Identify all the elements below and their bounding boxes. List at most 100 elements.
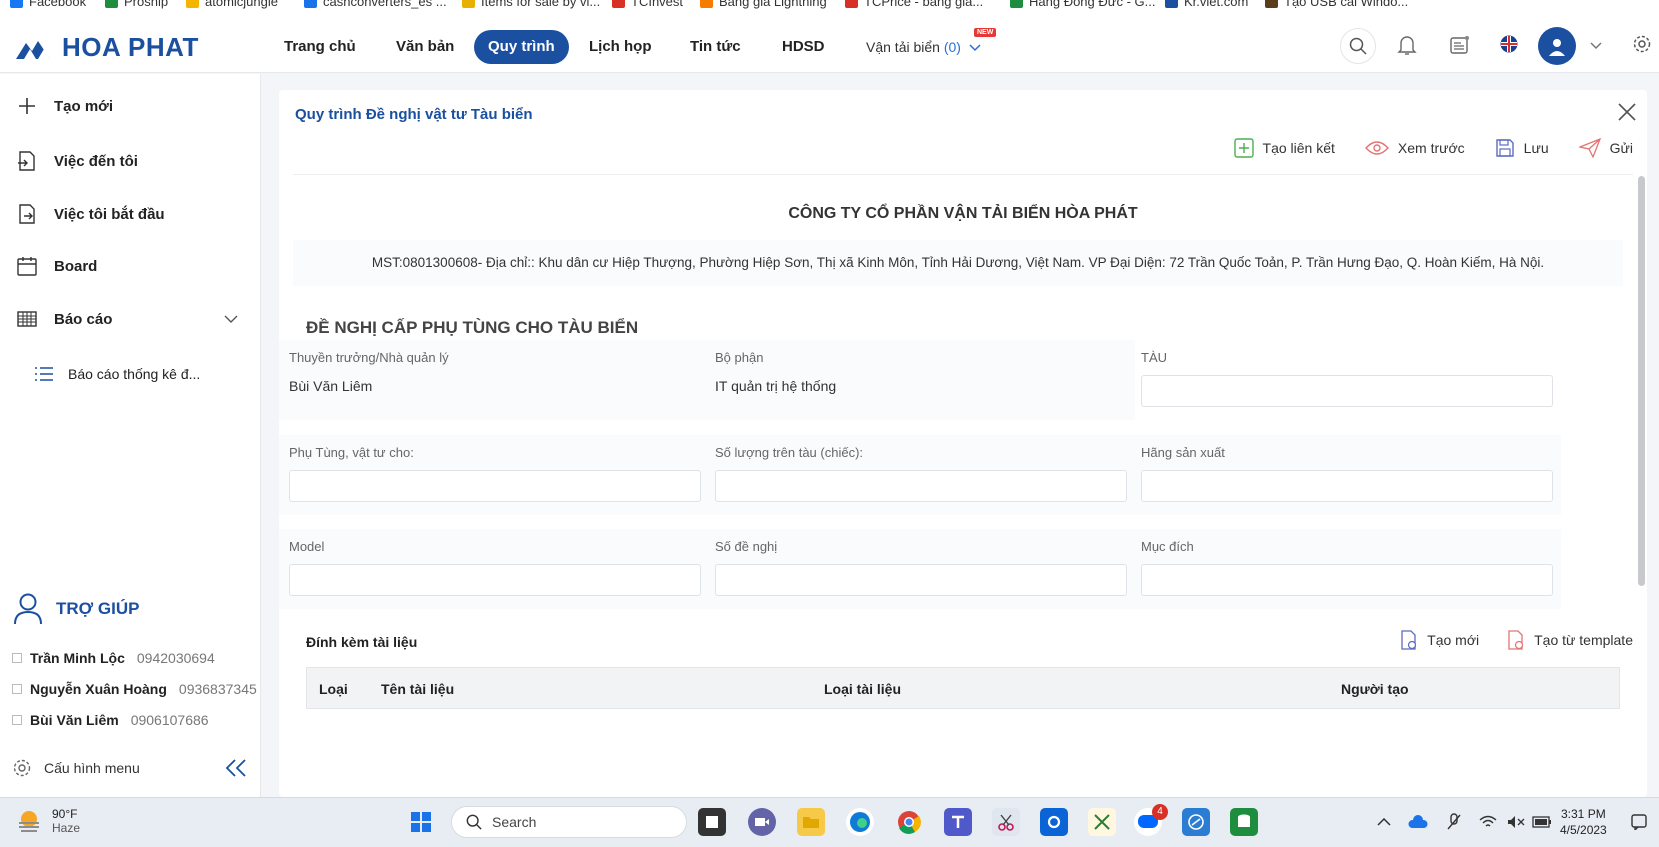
checkbox[interactable] bbox=[12, 684, 22, 694]
nav-trang-chu[interactable]: Trang chủ bbox=[270, 30, 370, 64]
notification-center-button[interactable] bbox=[1625, 808, 1653, 836]
teams-app[interactable] bbox=[944, 808, 972, 836]
user-avatar[interactable] bbox=[1538, 27, 1576, 65]
news-button[interactable] bbox=[1449, 34, 1471, 56]
sidebar-subitem-label: Báo cáo thống kê đ... bbox=[68, 366, 201, 382]
bookmark[interactable]: Facebook bbox=[10, 0, 86, 9]
notification-icon bbox=[1631, 814, 1647, 830]
attachment-create-button[interactable]: Tạo mới bbox=[1400, 630, 1479, 650]
manufacturer-input[interactable] bbox=[1141, 470, 1553, 502]
nav-hdsd[interactable]: HDSD bbox=[768, 30, 839, 64]
nav-tin-tuc[interactable]: Tin tức bbox=[676, 30, 755, 64]
teams-icon bbox=[952, 815, 964, 828]
form-title: ĐỀ NGHỊ CẤP PHỤ TÙNG CHO TÀU BIỂN bbox=[306, 318, 639, 337]
bookmark[interactable]: TCPrice - bảng giá... bbox=[845, 0, 983, 9]
sidebar-item-board[interactable]: Board bbox=[14, 255, 97, 277]
inbox-document-icon bbox=[18, 151, 35, 171]
help-contact[interactable]: Trần Minh Lộc 0942030694 bbox=[12, 650, 215, 666]
avatar-menu-toggle[interactable] bbox=[1590, 42, 1602, 50]
bookmark[interactable]: Bảng giá Lightning bbox=[700, 0, 827, 9]
edge-browser-icon bbox=[850, 812, 870, 832]
double-chevron-left-icon bbox=[225, 759, 246, 777]
remote-desktop-icon bbox=[1188, 814, 1204, 830]
uk-flag-icon bbox=[1500, 35, 1518, 53]
search-button[interactable] bbox=[1340, 28, 1376, 64]
calendar-icon bbox=[17, 257, 37, 276]
bookmark[interactable]: atomicjungle bbox=[186, 0, 278, 9]
checkbox[interactable] bbox=[12, 653, 22, 663]
divider bbox=[293, 174, 1633, 175]
settings-button[interactable] bbox=[1632, 34, 1652, 54]
field-label: Bộ phận bbox=[715, 350, 764, 365]
new-file-icon bbox=[1401, 630, 1417, 650]
zalo-app[interactable]: 4 bbox=[1134, 804, 1168, 836]
wifi-tray[interactable] bbox=[1474, 808, 1502, 836]
parts-input[interactable] bbox=[289, 470, 701, 502]
start-button[interactable] bbox=[407, 808, 435, 836]
floppy-disk-icon bbox=[1495, 139, 1514, 157]
edge-app[interactable] bbox=[846, 808, 874, 836]
taskbar-search[interactable]: Search bbox=[451, 806, 687, 838]
help-contact[interactable]: Bùi Văn Liêm 0906107686 bbox=[12, 712, 209, 728]
bookmark[interactable]: TCInvest bbox=[612, 0, 683, 9]
windows-logo-icon bbox=[411, 812, 431, 832]
excel-tool-app[interactable] bbox=[1088, 808, 1116, 836]
attachment-template-button[interactable]: Tạo từ template bbox=[1507, 630, 1633, 650]
system-clock[interactable]: 3:31 PM 4/5/2023 bbox=[1560, 806, 1607, 838]
ship-input[interactable] bbox=[1141, 375, 1553, 407]
action-label: Xem trước bbox=[1397, 140, 1465, 156]
hoa-phat-logo[interactable]: HOA PHAT bbox=[16, 32, 199, 63]
microphone-muted-tray[interactable] bbox=[1440, 808, 1468, 836]
model-input[interactable] bbox=[289, 564, 701, 596]
nav-van-ban[interactable]: Văn bản bbox=[382, 30, 468, 64]
weather-widget[interactable]: 90°F Haze bbox=[16, 807, 80, 835]
bookmark[interactable]: Proship bbox=[105, 0, 168, 9]
action-label: Tạo liên kết bbox=[1262, 140, 1335, 156]
create-link-button[interactable]: Tạo liên kết bbox=[1233, 138, 1335, 158]
language-switch[interactable] bbox=[1500, 35, 1518, 53]
bookmark[interactable]: Tạo USB cài Windo... bbox=[1265, 0, 1408, 9]
clock-date: 4/5/2023 bbox=[1560, 823, 1607, 837]
collapse-sidebar-button[interactable] bbox=[224, 758, 248, 783]
notification-button[interactable] bbox=[1396, 34, 1418, 56]
battery-tray[interactable] bbox=[1528, 808, 1556, 836]
bookmark[interactable]: Kr.viet.com bbox=[1165, 0, 1248, 9]
send-button[interactable]: Gửi bbox=[1578, 138, 1633, 158]
checkbox[interactable] bbox=[12, 715, 22, 725]
nav-lich-hop[interactable]: Lịch họp bbox=[575, 30, 666, 64]
task-view-icon bbox=[706, 816, 718, 828]
bookmark[interactable]: cashconverters_es ... bbox=[304, 0, 447, 9]
volume-muted-tray[interactable] bbox=[1502, 808, 1530, 836]
request-number-input[interactable] bbox=[715, 564, 1127, 596]
sidebar-item-incoming[interactable]: Việc đến tôi bbox=[14, 150, 138, 172]
column-header: Tên tài liệu bbox=[381, 681, 455, 697]
vertical-scrollbar[interactable] bbox=[1638, 176, 1645, 586]
quantity-input[interactable] bbox=[715, 470, 1127, 502]
microphone-muted-icon bbox=[1447, 813, 1461, 830]
sidebar-item-create[interactable]: Tạo mới bbox=[14, 96, 113, 116]
help-contact[interactable]: Nguyễn Xuân Hoàng 0936837345 bbox=[12, 681, 257, 697]
nav-quy-trinh[interactable]: Quy trình bbox=[474, 30, 569, 64]
bookmark[interactable]: Hàng Đông Đức - G... bbox=[1010, 0, 1155, 9]
purpose-input[interactable] bbox=[1141, 564, 1553, 596]
save-button[interactable]: Lưu bbox=[1495, 138, 1549, 158]
bookmark[interactable]: Items for sale by vi... bbox=[462, 0, 600, 9]
config-menu-button[interactable]: Cấu hình menu bbox=[12, 758, 140, 778]
onedrive-tray[interactable] bbox=[1404, 808, 1432, 836]
close-button[interactable] bbox=[1617, 102, 1637, 127]
database-app[interactable] bbox=[1230, 808, 1258, 836]
snipping-tool-app[interactable] bbox=[992, 808, 1020, 836]
remote-desktop-app[interactable] bbox=[1182, 808, 1210, 836]
show-hidden-icons-button[interactable] bbox=[1370, 808, 1398, 836]
meet-app[interactable] bbox=[748, 808, 776, 836]
outlook-app[interactable] bbox=[1040, 808, 1068, 836]
sidebar-item-started[interactable]: Việc tôi bắt đầu bbox=[14, 203, 165, 225]
task-view-app[interactable] bbox=[698, 808, 726, 836]
preview-button[interactable]: Xem trước bbox=[1364, 138, 1465, 158]
nav-van-tai-bien-dropdown[interactable]: Vận tải biển (0) bbox=[866, 30, 981, 64]
sidebar-subitem-report-stats[interactable]: Báo cáo thống kê đ... bbox=[34, 366, 200, 382]
file-explorer-app[interactable] bbox=[797, 808, 825, 836]
chrome-app[interactable] bbox=[895, 808, 923, 836]
sidebar-item-reports[interactable]: Báo cáo bbox=[14, 308, 244, 330]
contact-name: Trần Minh Lộc bbox=[30, 650, 125, 666]
